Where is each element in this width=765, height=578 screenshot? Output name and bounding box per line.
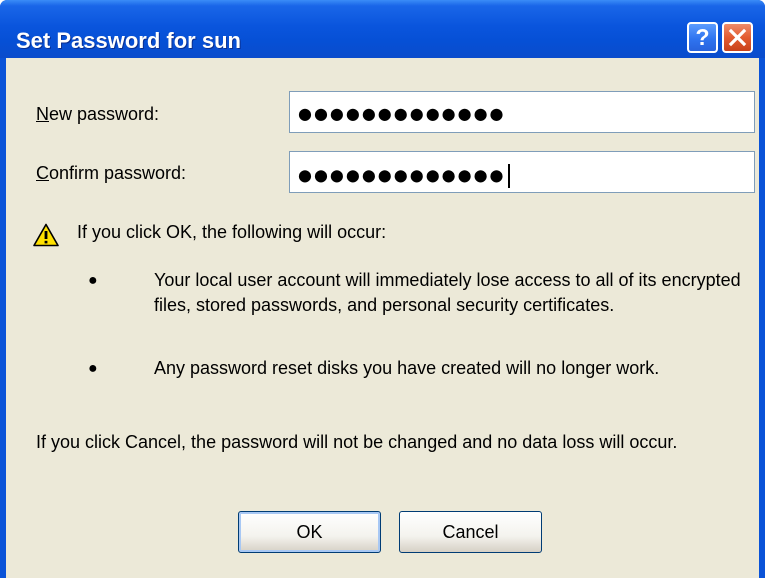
warning-bullet-2: Any password reset disks you have create… (154, 358, 660, 378)
confirm-password-label-text: onfirm password: (49, 163, 187, 183)
confirm-password-mnemonic: C (36, 163, 49, 183)
help-icon: ? (695, 24, 710, 50)
help-button[interactable]: ? (687, 22, 718, 53)
warning-icon (33, 223, 59, 247)
confirm-password-value: ●●●●●●●●●●●●● (298, 165, 506, 185)
ok-button[interactable]: OK (238, 511, 381, 553)
confirm-password-value-wrap: ●●●●●●●●●●●●● (298, 164, 510, 188)
set-password-dialog: Set Password for sun ? New password: ●●●… (0, 0, 765, 578)
cancel-button[interactable]: Cancel (399, 511, 542, 553)
cancel-note: If you click Cancel, the password will n… (36, 432, 678, 452)
warning-bullet-1: Your local user account will immediately… (154, 270, 741, 315)
confirm-password-field[interactable]: ●●●●●●●●●●●●● (289, 151, 755, 193)
warning-heading: If you click OK, the following will occu… (77, 222, 387, 242)
new-password-value: ●●●●●●●●●●●●● (298, 104, 506, 123)
new-password-label: New password: (36, 104, 159, 125)
confirm-password-label: Confirm password: (36, 163, 186, 184)
close-button[interactable] (722, 22, 753, 53)
close-icon (728, 28, 747, 47)
new-password-field[interactable]: ●●●●●●●●●●●●● (289, 91, 755, 133)
bullet-marker: ● (88, 272, 98, 289)
new-password-mnemonic: N (36, 104, 49, 124)
dialog-body: New password: ●●●●●●●●●●●●● Confirm pass… (6, 58, 759, 578)
new-password-label-text: ew password: (49, 104, 160, 124)
dialog-title: Set Password for sun (16, 28, 241, 53)
text-caret (507, 164, 510, 188)
bullet-marker: ● (88, 360, 98, 377)
title-bar[interactable]: Set Password for sun ? (0, 0, 765, 58)
